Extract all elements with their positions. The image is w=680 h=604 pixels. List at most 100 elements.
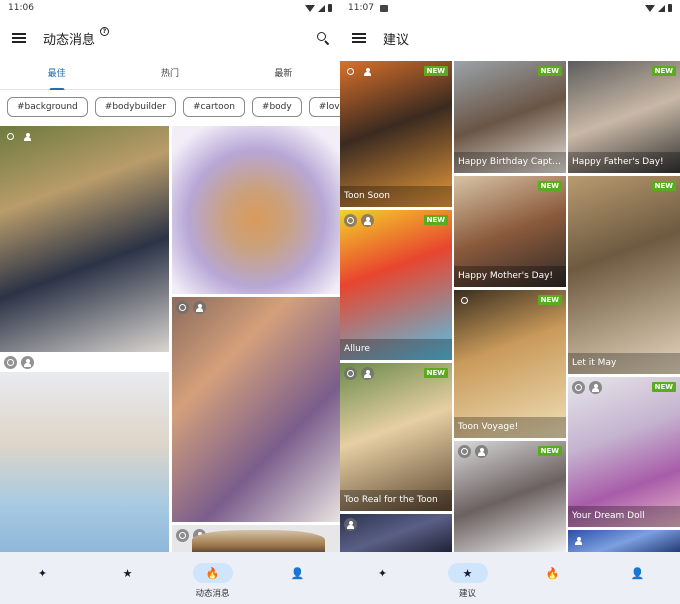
nav-create[interactable]: ✦ — [0, 552, 85, 604]
star-icon: ★ — [447, 563, 488, 583]
nav-profile[interactable]: 👤 — [255, 552, 340, 604]
template-caption: Happy Birthday Captio... — [454, 152, 566, 173]
status-time: 11:06 — [8, 3, 34, 13]
new-badge: NEW — [537, 181, 562, 191]
person-icon — [21, 130, 34, 143]
fire-icon: 🔥 — [545, 566, 560, 580]
new-badge: NEW — [423, 215, 448, 225]
feed-post-couple[interactable] — [0, 126, 169, 352]
nav-suggestions[interactable]: ★ — [85, 552, 170, 604]
person-icon — [361, 367, 374, 380]
fire-icon: 🔥 — [192, 563, 233, 583]
template-caption: Your Dream Doll — [568, 506, 680, 527]
face-icon — [344, 65, 357, 78]
app-bar: 建议 — [340, 18, 680, 58]
app-bar: 动态消息 ? — [0, 18, 340, 58]
person-icon — [361, 65, 374, 78]
new-badge: NEW — [537, 446, 562, 456]
new-badge: NEW — [651, 181, 676, 191]
face-icon — [344, 214, 357, 227]
template-mothers-day[interactable]: NEW Happy Mother's Day! — [454, 176, 566, 287]
feed-post-cat[interactable] — [172, 126, 340, 294]
face-icon — [572, 381, 585, 394]
template-caption: Toon Voyage! — [454, 417, 566, 438]
person-icon — [193, 301, 206, 314]
template-blue-portrait[interactable] — [568, 530, 680, 554]
wifi-icon — [305, 4, 315, 12]
new-badge: NEW — [651, 382, 676, 392]
template-fathers-day[interactable]: NEW Happy Father's Day! — [568, 61, 680, 173]
person-icon — [475, 445, 488, 458]
face-icon — [458, 445, 471, 458]
feed-post-portrait[interactable] — [172, 297, 340, 522]
tab-best[interactable]: 最佳 — [0, 60, 113, 89]
chip-bodybuilder[interactable]: #bodybuilder — [94, 97, 176, 117]
suggestions-screen: 11:07 建议 NEW Toon Soon NEW Allure NEW To… — [340, 0, 680, 604]
face-icon — [176, 529, 189, 542]
profile-icon: 👤 — [290, 566, 305, 580]
nav-suggestions[interactable]: ★ 建议 — [425, 552, 510, 604]
person-icon — [344, 518, 357, 531]
face-icon — [176, 301, 189, 314]
bottom-nav: ✦ ★ 建议 🔥 👤 — [340, 552, 680, 604]
tab-newest[interactable]: 最新 — [227, 60, 340, 89]
cellular-icon — [658, 4, 665, 12]
feed-screen: 11:06 动态消息 ? 最佳 热门 最新 #background #bodyb… — [0, 0, 340, 604]
hashtag-chips: #background #bodybuilder #cartoon #body … — [7, 97, 340, 117]
chip-body[interactable]: #body — [251, 97, 302, 117]
new-badge: NEW — [537, 295, 562, 305]
nav-suggestions-label: 建议 — [458, 589, 476, 599]
help-icon[interactable]: ? — [100, 26, 110, 36]
new-badge: NEW — [537, 66, 562, 76]
star-icon: ★ — [122, 566, 133, 580]
chip-cartoon[interactable]: #cartoon — [182, 97, 245, 117]
status-time: 11:07 — [348, 3, 374, 13]
menu-icon[interactable] — [352, 33, 366, 43]
new-badge: NEW — [651, 66, 676, 76]
nav-profile[interactable]: 👤 — [595, 552, 680, 604]
template-caption: Happy Father's Day! — [568, 152, 680, 173]
template-toon-voyage[interactable]: NEW Toon Voyage! — [454, 290, 566, 438]
magic-wand-icon: ✦ — [377, 566, 388, 580]
chip-love[interactable]: #love — [308, 97, 340, 117]
template-caption: Too Real for the Toon — [340, 490, 452, 511]
page-title: 建议 — [383, 32, 410, 48]
template-happy-birthday[interactable]: NEW Happy Birthday Captio... — [454, 61, 566, 173]
face-icon — [458, 294, 471, 307]
image-notification-icon — [379, 4, 388, 12]
face-icon — [344, 367, 357, 380]
battery-icon — [328, 4, 332, 12]
template-too-real[interactable]: NEW Too Real for the Toon — [340, 363, 452, 511]
template-caption: Let it May — [568, 353, 680, 374]
status-bar: 11:07 — [340, 0, 680, 16]
template-caption: Toon Soon — [340, 186, 452, 207]
face-icon — [4, 130, 17, 143]
menu-icon[interactable] — [12, 33, 26, 43]
nav-feed-label: 动态消息 — [195, 589, 230, 599]
search-icon[interactable] — [316, 31, 330, 45]
feed-post-curly[interactable] — [172, 525, 340, 555]
nav-feed[interactable]: 🔥 — [510, 552, 595, 604]
face-icon — [4, 356, 17, 369]
wifi-icon — [645, 4, 655, 12]
template-doll-portrait[interactable]: NEW — [454, 441, 566, 554]
template-let-it-may[interactable]: NEW Let it May — [568, 176, 680, 374]
person-icon — [572, 534, 585, 547]
template-caption: Allure — [340, 339, 452, 360]
new-badge: NEW — [423, 66, 448, 76]
template-allure[interactable]: NEW Allure — [340, 210, 452, 360]
feed-post-winter[interactable] — [0, 352, 169, 552]
tab-popular[interactable]: 热门 — [113, 60, 226, 89]
feed-tabs: 最佳 热门 最新 — [0, 60, 340, 90]
cellular-icon — [318, 4, 325, 12]
chip-background[interactable]: #background — [7, 97, 88, 117]
template-dream-doll[interactable]: NEW Your Dream Doll — [568, 377, 680, 527]
template-caption: Happy Mother's Day! — [454, 266, 566, 287]
status-bar: 11:06 — [0, 0, 340, 16]
nav-feed[interactable]: 🔥 动态消息 — [170, 552, 255, 604]
template-toon-soon[interactable]: NEW Toon Soon — [340, 61, 452, 207]
nav-create[interactable]: ✦ — [340, 552, 425, 604]
template-zodiac[interactable] — [340, 514, 452, 554]
magic-wand-icon: ✦ — [37, 566, 48, 580]
bottom-nav: ✦ ★ 🔥 动态消息 👤 — [0, 552, 340, 604]
